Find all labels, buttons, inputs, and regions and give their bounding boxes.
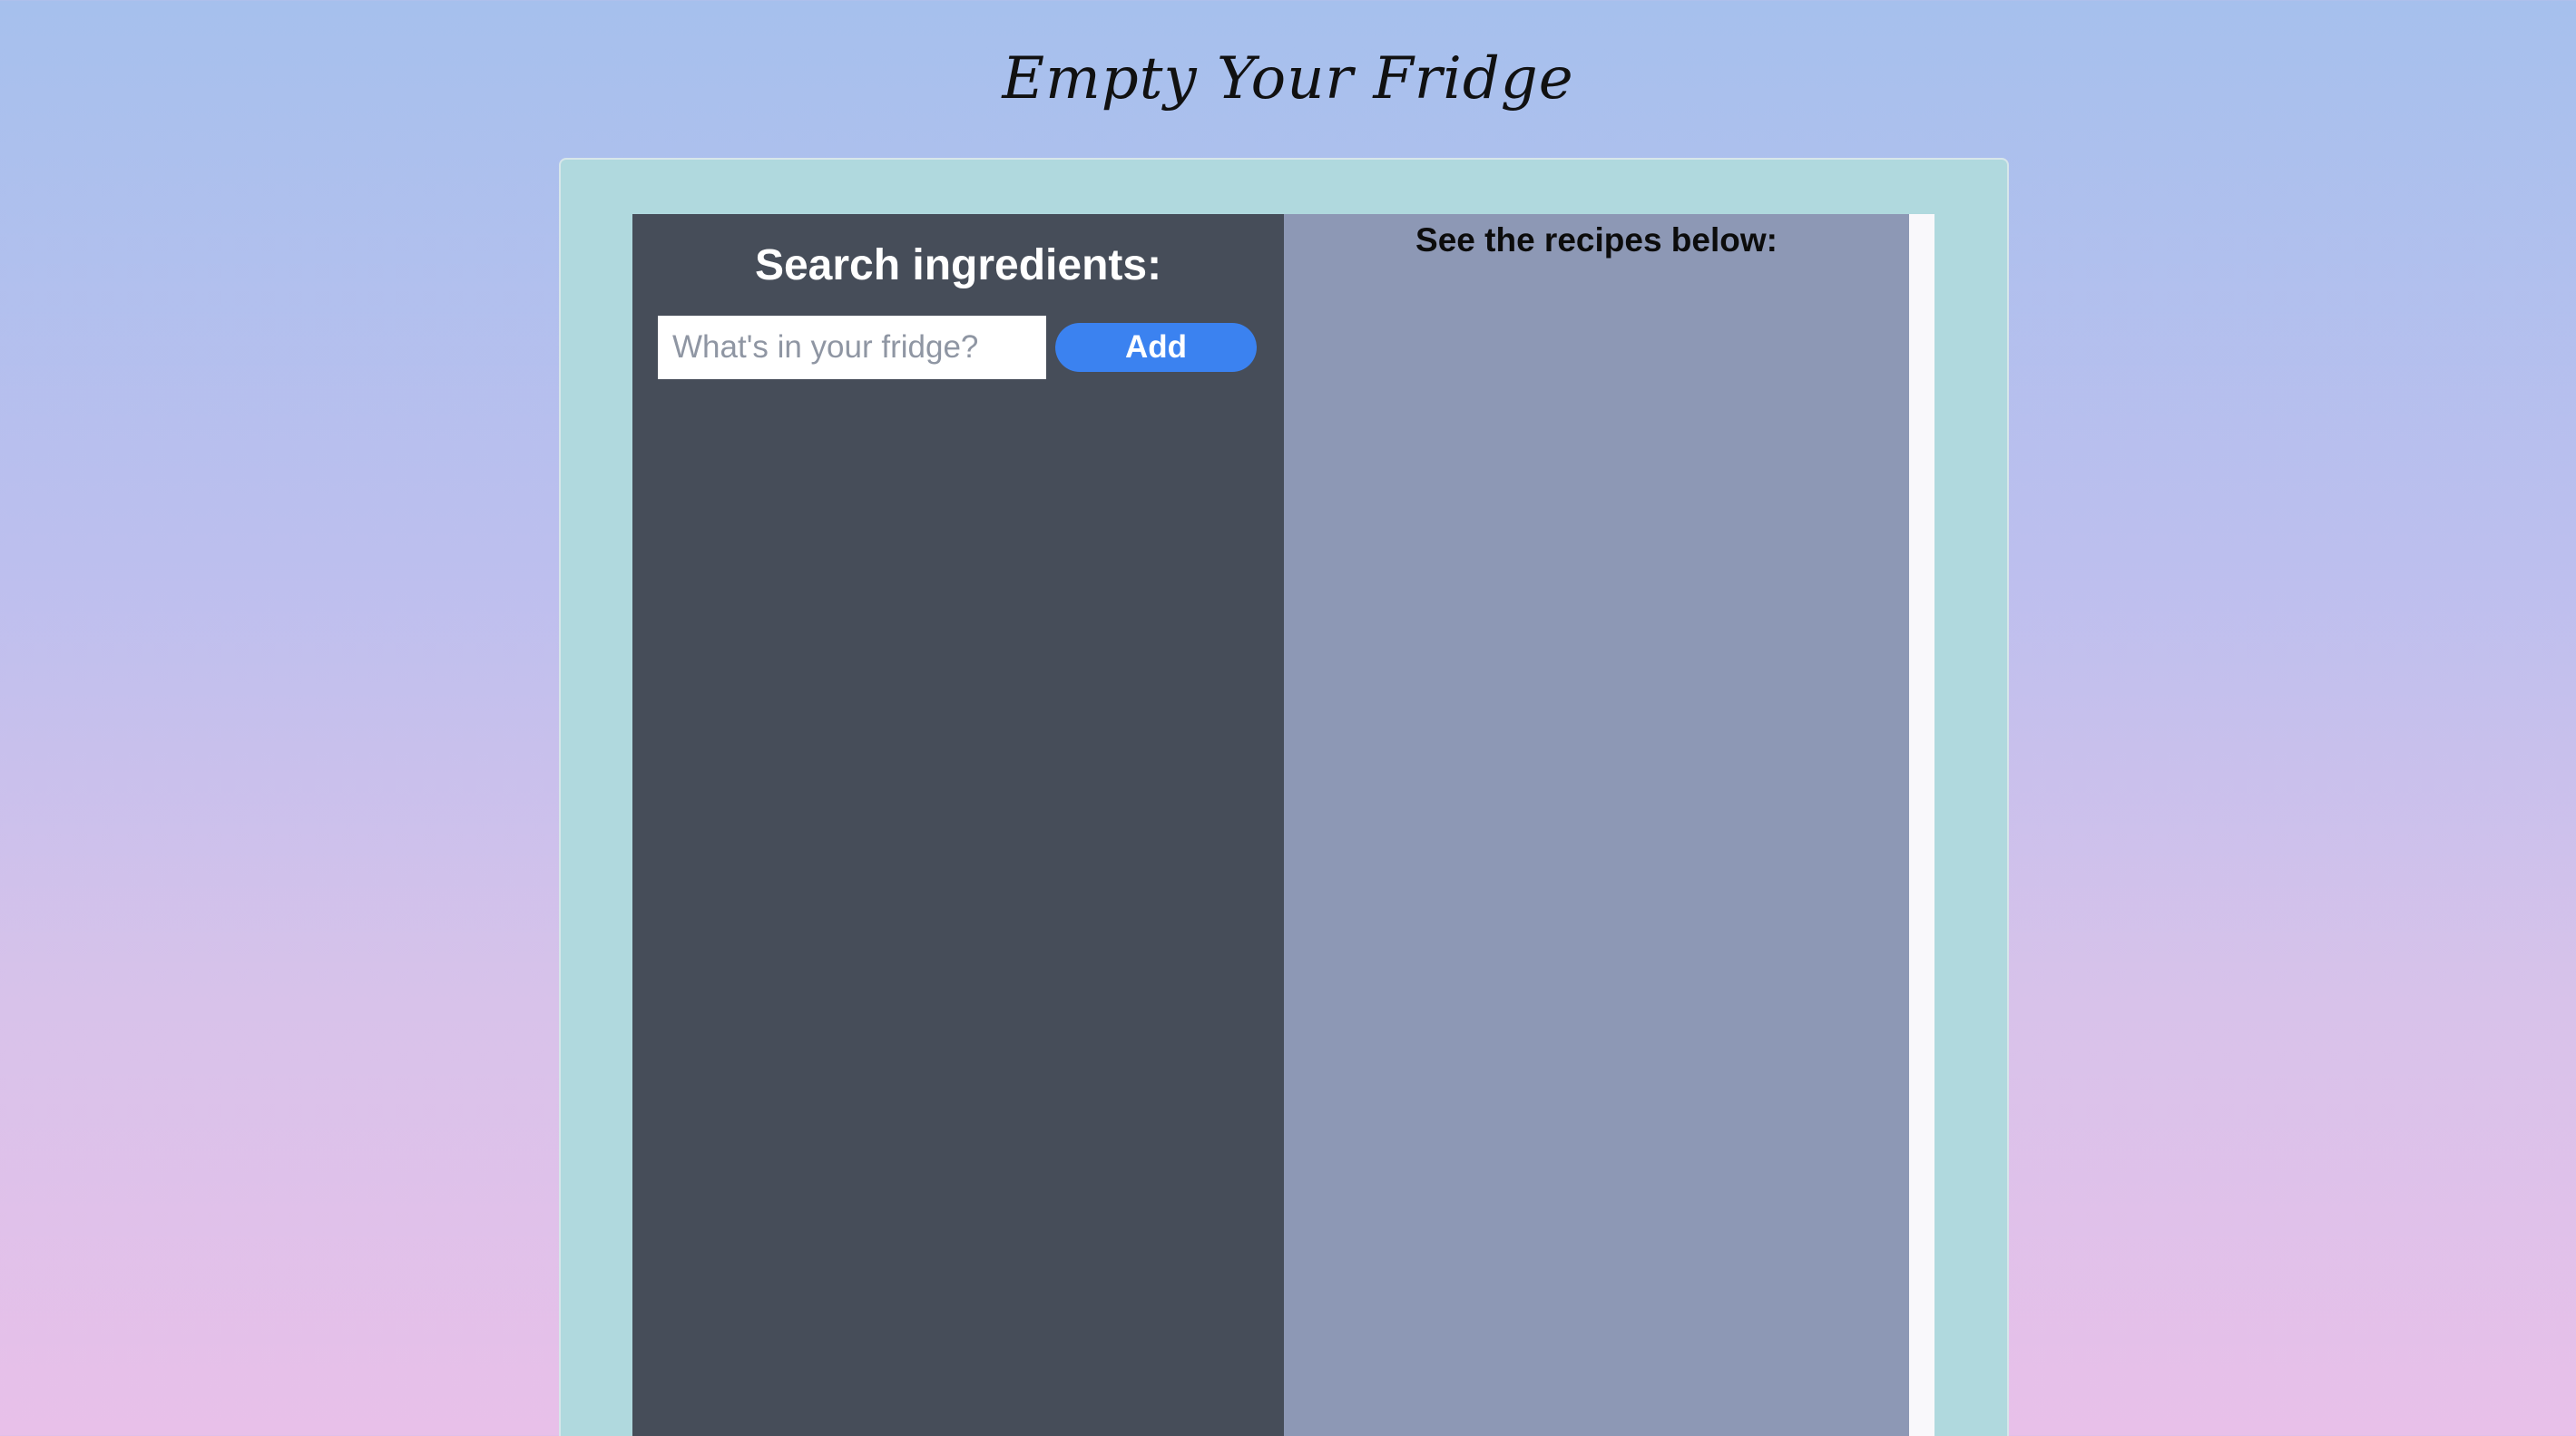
ingredient-search-input[interactable]: [658, 316, 1046, 379]
search-heading: Search ingredients:: [754, 241, 1162, 289]
add-ingredient-button[interactable]: Add: [1055, 323, 1257, 372]
app-title: Empty Your Fridge: [1002, 45, 1574, 112]
recipes-scrollbar[interactable]: [1909, 214, 1934, 1436]
recipes-panel: See the recipes below:: [1284, 214, 1909, 1436]
search-panel: Search ingredients: Add: [632, 214, 1284, 1436]
recipes-heading: See the recipes below:: [1415, 221, 1778, 259]
